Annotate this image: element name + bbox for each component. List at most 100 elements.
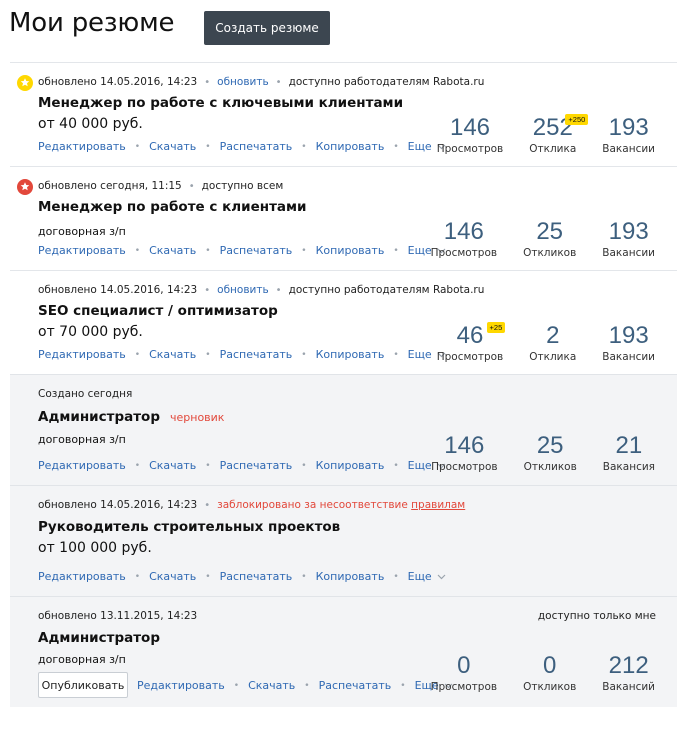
separator-dot: • <box>134 141 141 152</box>
edit-link[interactable]: Редактировать <box>137 679 225 692</box>
create-resume-button[interactable]: Создать резюме <box>204 11 330 45</box>
refresh-link[interactable]: обновить <box>217 76 269 88</box>
new-responses-badge: +250 <box>565 114 589 125</box>
separator-dot: • <box>205 349 211 360</box>
resume-card: обновлено 13.11.2015, 14:23 доступно тол… <box>10 596 677 707</box>
resume-actions: Редактировать • Скачать • Распечатать • … <box>38 348 446 361</box>
vacancies-label: Вакансий <box>602 681 655 693</box>
edit-link[interactable]: Редактировать <box>38 348 126 361</box>
separator-dot: • <box>134 349 141 360</box>
resume-card: обновлено 14.05.2016, 14:23 • обновить •… <box>10 270 677 374</box>
copy-link[interactable]: Копировать <box>316 348 385 361</box>
edit-link[interactable]: Редактировать <box>38 459 126 472</box>
separator-dot: • <box>205 460 211 471</box>
print-link[interactable]: Распечатать <box>220 570 293 583</box>
print-link[interactable]: Распечатать <box>220 459 293 472</box>
resume-title[interactable]: Администратор <box>38 630 160 646</box>
responses-stat[interactable]: 2 Отклика <box>529 322 576 363</box>
separator-dot: • <box>301 571 307 582</box>
responses-label: Откликов <box>523 247 577 259</box>
updated-date: обновлено 14.05.2016, 14:23 <box>38 499 198 511</box>
copy-link[interactable]: Копировать <box>316 140 385 153</box>
resume-actions: Редактировать • Скачать • Распечатать • … <box>38 140 446 153</box>
blocked-status: заблокировано за несоответствие <box>217 499 408 511</box>
responses-stat[interactable]: 252 +250 Отклика <box>529 114 589 155</box>
resume-actions: Редактировать • Скачать • Распечатать • … <box>38 244 446 257</box>
vacancies-stat[interactable]: 212 Вакансий <box>602 652 655 693</box>
separator-dot: • <box>393 349 399 360</box>
separator-dot: • <box>393 460 399 471</box>
separator-dot: • <box>204 76 211 88</box>
responses-label: Отклика <box>529 351 577 363</box>
vacancies-stat[interactable]: 193 Вакансии <box>602 114 655 155</box>
resume-stats: 46 +25 Просмотров 2 Отклика 193 Вакансии <box>411 322 655 363</box>
vacancies-stat[interactable]: 193 Вакансии <box>602 218 655 259</box>
resume-card: обновлено сегодня, 11:15 • доступно всем… <box>10 166 677 270</box>
print-link[interactable]: Распечатать <box>319 679 392 692</box>
resume-salary: договорная з/п <box>38 433 126 446</box>
publish-button[interactable]: Опубликовать <box>38 672 128 698</box>
separator-dot: • <box>304 680 310 691</box>
resume-salary: договорная з/п <box>38 653 126 666</box>
vacancies-stat[interactable]: 21 Вакансия <box>603 432 655 473</box>
views-label: Просмотров <box>436 351 504 363</box>
views-label: Просмотров <box>436 143 504 155</box>
rules-link[interactable]: правилам <box>411 499 465 511</box>
page-title: Мои резюме <box>9 8 175 38</box>
download-link[interactable]: Скачать <box>149 244 196 257</box>
more-dropdown[interactable]: Еще <box>408 570 446 583</box>
print-link[interactable]: Распечатать <box>220 348 293 361</box>
views-stat[interactable]: 46 +25 Просмотров <box>436 322 506 363</box>
resume-salary: от 40 000 руб. <box>38 116 143 132</box>
separator-dot: • <box>205 141 211 152</box>
separator-dot: • <box>393 571 399 582</box>
responses-label: Откликов <box>523 461 577 473</box>
views-stat[interactable]: 146 Просмотров <box>431 432 498 473</box>
refresh-link[interactable]: обновить <box>217 284 269 296</box>
views-count: 0 <box>457 652 471 679</box>
resume-title[interactable]: Администратор черновик <box>38 409 224 425</box>
resume-title[interactable]: Менеджер по работе с клиентами <box>38 199 307 215</box>
resume-title[interactable]: Менеджер по работе с ключевыми клиентами <box>38 95 403 111</box>
responses-stat[interactable]: 25 Откликов <box>523 218 576 259</box>
responses-stat[interactable]: 25 Откликов <box>524 432 577 473</box>
vacancies-count: 193 <box>608 114 649 141</box>
edit-link[interactable]: Редактировать <box>38 140 126 153</box>
print-link[interactable]: Распечатать <box>220 244 293 257</box>
visibility-status: доступно работодателям Rabota.ru <box>288 284 485 296</box>
vacancies-label: Вакансии <box>602 143 655 155</box>
edit-link[interactable]: Редактировать <box>38 570 126 583</box>
views-stat[interactable]: 0 Просмотров <box>431 652 498 693</box>
responses-label: Отклика <box>529 143 577 155</box>
copy-link[interactable]: Копировать <box>316 459 385 472</box>
separator-dot: • <box>134 460 141 471</box>
copy-link[interactable]: Копировать <box>316 244 385 257</box>
views-stat[interactable]: 146 Просмотров <box>437 114 504 155</box>
resume-title[interactable]: Руководитель строительных проектов <box>38 519 340 535</box>
separator-dot: • <box>134 245 141 256</box>
resume-title-text: Администратор <box>38 409 160 425</box>
download-link[interactable]: Скачать <box>149 140 196 153</box>
download-link[interactable]: Скачать <box>149 570 196 583</box>
resume-title[interactable]: SEO специалист / оптимизатор <box>38 303 278 319</box>
resume-list: обновлено 14.05.2016, 14:23 • обновить •… <box>10 62 677 707</box>
download-link[interactable]: Скачать <box>149 459 196 472</box>
edit-link[interactable]: Редактировать <box>38 244 126 257</box>
visibility-status: доступно работодателям Rabota.ru <box>288 76 485 88</box>
print-link[interactable]: Распечатать <box>220 140 293 153</box>
visibility-status: доступно только мне <box>537 610 656 622</box>
vacancies-label: Вакансия <box>602 461 655 473</box>
copy-link[interactable]: Копировать <box>316 570 385 583</box>
more-label: Еще <box>407 570 432 583</box>
vacancies-label: Вакансии <box>602 351 655 363</box>
views-stat[interactable]: 146 Просмотров <box>431 218 498 259</box>
resume-meta: обновлено 14.05.2016, 14:23 • заблокиров… <box>38 499 465 511</box>
vacancies-stat[interactable]: 193 Вакансии <box>602 322 655 363</box>
separator-dot: • <box>275 76 282 88</box>
download-link[interactable]: Скачать <box>149 348 196 361</box>
responses-stat[interactable]: 0 Откликов <box>523 652 576 693</box>
resume-card: обновлено 14.05.2016, 14:23 • заблокиров… <box>10 485 677 596</box>
download-link[interactable]: Скачать <box>248 679 295 692</box>
vacancies-count: 193 <box>608 322 649 349</box>
separator-dot: • <box>205 245 211 256</box>
